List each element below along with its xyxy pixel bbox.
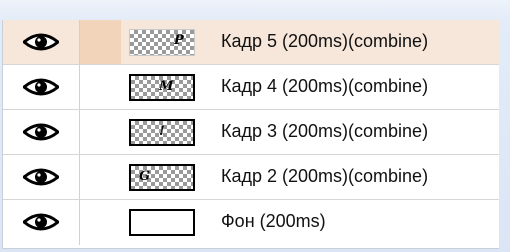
visibility-cell[interactable] bbox=[3, 110, 79, 154]
visibility-cell[interactable] bbox=[3, 65, 79, 109]
visibility-cell[interactable] bbox=[3, 20, 79, 64]
eye-icon[interactable] bbox=[23, 32, 59, 52]
layer-name[interactable]: Кадр 3 (200ms)(combine) bbox=[221, 121, 428, 142]
layer-name[interactable]: Кадр 4 (200ms)(combine) bbox=[221, 76, 428, 97]
layer-name[interactable]: Кадр 5 (200ms)(combine) bbox=[221, 31, 428, 52]
eye-icon[interactable] bbox=[23, 122, 59, 142]
eye-icon[interactable] bbox=[23, 212, 59, 232]
layers-list: P Кадр 5 (200ms)(combine) M Кадр 4 (200m… bbox=[2, 20, 499, 249]
layer-thumbnail[interactable]: G bbox=[129, 164, 195, 191]
layer-row-frame-4[interactable]: M Кадр 4 (200ms)(combine) bbox=[3, 65, 499, 110]
column-divider bbox=[79, 65, 80, 109]
thumbnail-glyph: M bbox=[159, 79, 174, 94]
layer-thumbnail[interactable]: M bbox=[129, 74, 195, 101]
eye-icon[interactable] bbox=[23, 167, 59, 187]
layer-row-frame-5[interactable]: P Кадр 5 (200ms)(combine) bbox=[3, 20, 499, 65]
layer-row-frame-3[interactable]: ! Кадр 3 (200ms)(combine) bbox=[3, 110, 499, 155]
column-divider bbox=[79, 200, 80, 245]
layer-thumbnail[interactable]: ! bbox=[129, 119, 195, 146]
layer-row-frame-2[interactable]: G Кадр 2 (200ms)(combine) bbox=[3, 155, 499, 200]
column-divider bbox=[79, 155, 80, 199]
layers-panel: P Кадр 5 (200ms)(combine) M Кадр 4 (200m… bbox=[0, 0, 510, 252]
thumbnail-glyph: G bbox=[139, 169, 151, 184]
layer-name[interactable]: Фон (200ms) bbox=[221, 211, 326, 232]
thumbnail-glyph: P bbox=[174, 33, 184, 48]
visibility-cell[interactable] bbox=[3, 155, 79, 199]
visibility-cell[interactable] bbox=[3, 200, 79, 245]
layer-row-background[interactable]: Фон (200ms) bbox=[3, 200, 499, 245]
layer-thumbnail[interactable]: P bbox=[129, 29, 195, 56]
eye-icon[interactable] bbox=[23, 77, 59, 97]
layer-name[interactable]: Кадр 2 (200ms)(combine) bbox=[221, 166, 428, 187]
layer-thumbnail[interactable] bbox=[129, 209, 195, 236]
thumbnail-glyph: ! bbox=[159, 124, 165, 139]
column-divider bbox=[79, 110, 80, 154]
link-cell[interactable] bbox=[80, 20, 121, 64]
